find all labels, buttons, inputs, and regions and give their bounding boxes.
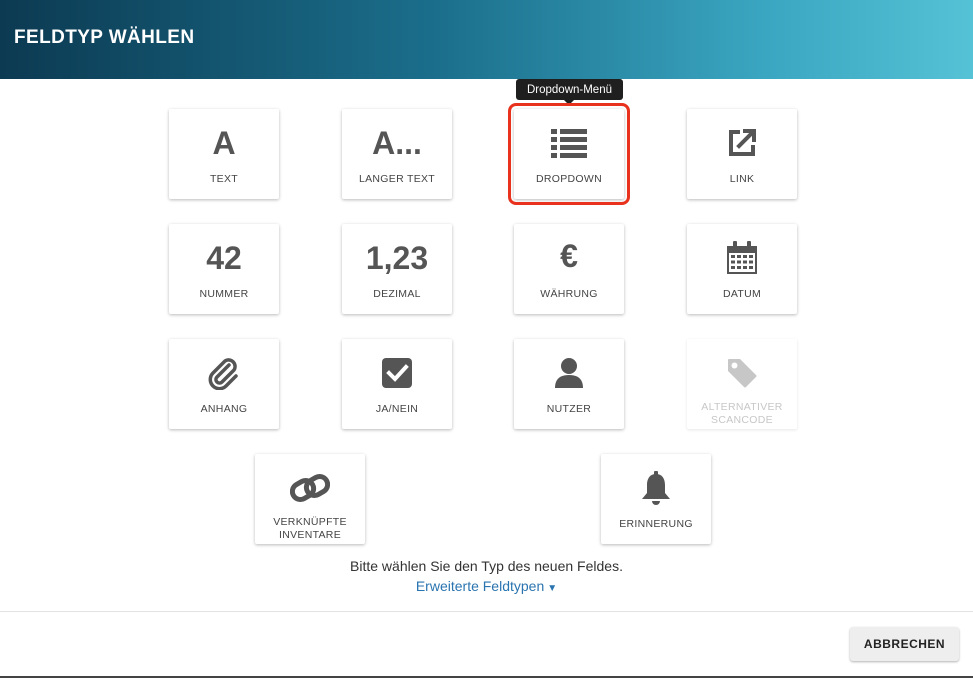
user-icon xyxy=(514,353,624,393)
instruction-text: Bitte wählen Sie den Typ des neuen Felde… xyxy=(350,558,623,574)
chain-link-icon xyxy=(255,468,365,508)
field-type-label: JA/NEIN xyxy=(375,403,419,415)
field-type-currency[interactable]: € WÄHRUNG xyxy=(514,224,624,314)
field-type-label: NUMMER xyxy=(199,288,249,300)
field-type-link[interactable]: LINK xyxy=(687,109,797,199)
field-type-label: DATUM xyxy=(722,288,762,300)
field-type-label: LINK xyxy=(729,173,755,185)
field-type-label-line1: VERKNÜPFTE xyxy=(273,516,347,528)
tag-icon xyxy=(687,353,797,393)
field-type-date[interactable]: DATUM xyxy=(687,224,797,314)
dialog-header: FELDTYP WÄHLEN xyxy=(0,0,973,79)
dialog-title: FELDTYP WÄHLEN xyxy=(14,27,195,48)
field-type-label: ANHANG xyxy=(200,403,248,415)
field-type-dropdown[interactable]: DROPDOWN xyxy=(508,103,630,205)
field-type-number[interactable]: 42 NUMMER xyxy=(169,224,279,314)
checkbox-icon xyxy=(342,353,452,393)
field-type-long-text[interactable]: A... LANGER TEXT xyxy=(342,109,452,199)
field-type-linked-inventory[interactable]: VERKNÜPFTE INVENTARE xyxy=(255,454,365,544)
field-type-decimal[interactable]: 1,23 DEZIMAL xyxy=(342,224,452,314)
field-type-label: TEXT xyxy=(209,173,239,185)
field-type-label: ERINNERUNG xyxy=(619,518,693,530)
advanced-field-types-label: Erweiterte Feldtypen xyxy=(415,578,545,594)
decimal-glyph: 1,23 xyxy=(365,240,429,276)
long-text-glyph: A... xyxy=(372,125,422,161)
calendar-icon xyxy=(687,238,797,278)
euro-icon: € xyxy=(560,238,578,274)
paperclip-icon xyxy=(169,353,279,393)
field-type-label-line1: ALTERNATIVER xyxy=(701,401,783,413)
field-type-user[interactable]: NUTZER xyxy=(514,339,624,429)
field-type-yes-no[interactable]: JA/NEIN xyxy=(342,339,452,429)
cancel-button[interactable]: ABBRECHEN xyxy=(850,627,959,661)
field-type-label-line2: SCANCODE xyxy=(711,414,773,426)
caret-down-icon: ▼ xyxy=(547,583,558,594)
number-glyph: 42 xyxy=(206,240,242,276)
field-type-label: NUTZER xyxy=(546,403,592,415)
field-type-attachment[interactable]: ANHANG xyxy=(169,339,279,429)
footer-divider xyxy=(0,611,973,612)
field-type-alt-scancode: ALTERNATIVER SCANCODE xyxy=(687,339,797,429)
field-type-text[interactable]: A TEXT xyxy=(169,109,279,199)
advanced-field-types-link[interactable]: Erweiterte Feldtypen ▼ xyxy=(0,578,973,594)
field-type-label: LANGER TEXT xyxy=(358,173,436,185)
tooltip: Dropdown-Menü xyxy=(516,79,623,105)
field-type-label: WÄHRUNG xyxy=(540,288,598,300)
text-glyph: A xyxy=(212,125,236,161)
field-type-label-line2: INVENTARE xyxy=(278,529,341,541)
bell-icon xyxy=(601,468,711,508)
field-type-reminder[interactable]: ERINNERUNG xyxy=(601,454,711,544)
list-icon xyxy=(514,123,624,163)
external-link-icon xyxy=(687,123,797,163)
field-type-label: DROPDOWN xyxy=(536,173,602,185)
field-type-label: DEZIMAL xyxy=(373,288,421,300)
